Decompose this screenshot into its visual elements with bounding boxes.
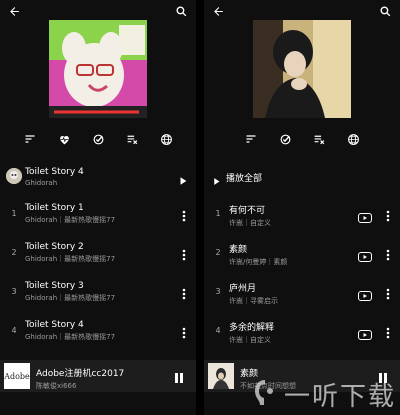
track-number: 2: [11, 248, 17, 257]
clear-list-icon[interactable]: [310, 130, 328, 148]
left-panel: Toilet Story 4 Ghidorah 1 Toilet Story 1…: [0, 0, 196, 415]
more-vertical-icon[interactable]: [182, 246, 186, 265]
more-vertical-icon[interactable]: [182, 324, 186, 343]
play-icon[interactable]: [178, 171, 188, 190]
watermark-text: 一听下载: [283, 382, 396, 412]
globe-icon[interactable]: [157, 130, 175, 148]
more-vertical-icon[interactable]: [386, 207, 390, 226]
watermark-logo-icon: [252, 378, 278, 412]
mini-player-thumbnail: Adobe: [4, 363, 30, 389]
youtube-icon[interactable]: [358, 325, 372, 344]
header-subtitle: Ghidorah: [25, 179, 58, 187]
song-subtitle: 许嵩/何曼婷｜素颜: [229, 258, 288, 266]
playlist-toolbar: [204, 130, 400, 150]
search-icon[interactable]: [175, 3, 188, 22]
track-number: 3: [215, 287, 221, 296]
more-vertical-icon[interactable]: [386, 324, 390, 343]
song-subtitle: Ghidorah｜最新热歌慢摇77: [25, 294, 116, 302]
album-cover: [49, 20, 147, 118]
youtube-icon[interactable]: [358, 247, 372, 266]
panel-divider: [196, 0, 204, 415]
sort-icon[interactable]: [21, 130, 39, 148]
header-title: Toilet Story 4: [25, 167, 84, 177]
track-number: 3: [11, 287, 17, 296]
song-title: Toilet Story 2: [25, 242, 84, 252]
pause-icon[interactable]: [174, 369, 184, 388]
song-row-3[interactable]: 3 庐州月 许嵩｜寻雾启示: [204, 278, 400, 308]
track-number: 2: [215, 248, 221, 257]
song-title: 有何不可: [229, 206, 266, 216]
track-number: 1: [215, 209, 221, 218]
song-row-3[interactable]: 3 Toilet Story 3 Ghidorah｜最新热歌慢摇77: [0, 278, 196, 308]
top-bar: [0, 0, 196, 22]
heart-pulse-icon[interactable]: [55, 130, 73, 148]
song-row-4[interactable]: 4 多余的解释 许嵩｜自定义: [204, 317, 400, 347]
back-arrow-icon[interactable]: [8, 3, 21, 22]
song-title: Toilet Story 3: [25, 281, 84, 291]
song-subtitle: 许嵩｜自定义: [229, 336, 271, 344]
check-circle-icon[interactable]: [89, 130, 107, 148]
search-icon[interactable]: [379, 3, 392, 22]
top-bar: [204, 0, 400, 22]
track-number: 1: [11, 209, 17, 218]
play-icon[interactable]: [212, 171, 221, 190]
track-number: 4: [11, 326, 17, 335]
sort-icon[interactable]: [242, 130, 260, 148]
song-title: 多余的解释: [229, 323, 275, 333]
mini-player-subtitle: 陈敏俊xi666: [36, 382, 77, 390]
current-song-header[interactable]: Toilet Story 4 Ghidorah: [0, 164, 196, 190]
more-vertical-icon[interactable]: [182, 207, 186, 226]
check-circle-icon[interactable]: [276, 130, 294, 148]
thumbnail-logo-text: Adobe: [4, 371, 30, 381]
mini-player-title: Adobe注册机cc2017: [36, 369, 125, 379]
play-all-label[interactable]: 播放全部: [226, 171, 262, 184]
youtube-icon[interactable]: [358, 286, 372, 305]
playlist-toolbar: [0, 130, 196, 150]
song-subtitle: Ghidorah｜最新热歌慢摇77: [25, 333, 116, 341]
song-row-2[interactable]: 2 Toilet Story 2 Ghidorah｜最新热歌慢摇77: [0, 239, 196, 269]
clear-list-icon[interactable]: [123, 130, 141, 148]
track-number: 4: [215, 326, 221, 335]
song-row-4[interactable]: 4 Toilet Story 4 Ghidorah｜最新热歌慢摇77: [0, 317, 196, 347]
mini-player-thumbnail: [208, 363, 234, 389]
more-vertical-icon[interactable]: [386, 246, 390, 265]
song-title: Toilet Story 4: [25, 320, 84, 330]
song-row-2[interactable]: 2 素颜 许嵩/何曼婷｜素颜: [204, 239, 400, 269]
song-subtitle: 许嵩｜自定义: [229, 219, 271, 227]
right-panel: 播放全部 1 有何不可 许嵩｜自定义 2 素颜 许嵩/何曼婷｜素颜 3 庐州月: [204, 0, 400, 415]
album-cover: [253, 20, 351, 118]
song-title: 庐州月: [229, 284, 257, 294]
song-subtitle: 许嵩｜寻雾启示: [229, 297, 278, 305]
song-row-1[interactable]: 1 有何不可 许嵩｜自定义: [204, 200, 400, 230]
song-subtitle: Ghidorah｜最新热歌慢摇77: [25, 255, 116, 263]
globe-icon[interactable]: [344, 130, 362, 148]
avatar: [6, 168, 22, 184]
song-title: 素颜: [229, 245, 248, 255]
back-arrow-icon[interactable]: [212, 3, 225, 22]
song-title: Toilet Story 1: [25, 203, 84, 213]
song-row-1[interactable]: 1 Toilet Story 1 Ghidorah｜最新热歌慢摇77: [0, 200, 196, 230]
song-subtitle: Ghidorah｜最新热歌慢摇77: [25, 216, 116, 224]
more-vertical-icon[interactable]: [182, 285, 186, 304]
watermark: 一听下载: [252, 376, 396, 413]
mini-player[interactable]: Adobe Adobe注册机cc2017 陈敏俊xi666: [0, 360, 196, 392]
play-all-row[interactable]: 播放全部: [204, 164, 400, 190]
youtube-icon[interactable]: [358, 208, 372, 227]
more-vertical-icon[interactable]: [386, 285, 390, 304]
